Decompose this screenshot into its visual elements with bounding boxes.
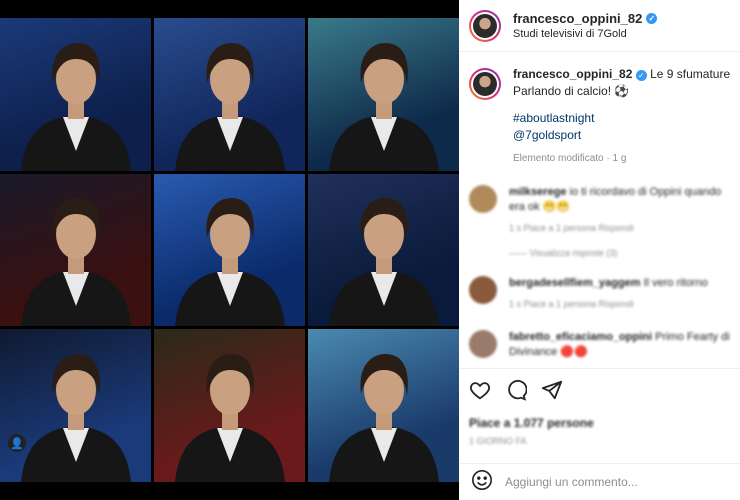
comment-meta: 1 s Piace a 1 persona Rispondi	[509, 299, 634, 309]
hashtag-link[interactable]: #aboutlastnight	[513, 110, 730, 127]
comment-text: Il vero ritorno	[643, 277, 708, 289]
comment-text: io ti ricordavo di Oppini quando	[569, 186, 722, 198]
post-date: 1 GIORNO FA	[469, 436, 527, 446]
comment-text-line2: era ok 😁😁	[509, 201, 571, 213]
collage-photo-tile: 👤	[0, 329, 151, 482]
collage-photo-tile	[0, 18, 151, 171]
comment-text: Primo Fearty di	[655, 331, 730, 343]
emoji-icon[interactable]	[471, 469, 493, 496]
comment-avatar[interactable]	[469, 330, 497, 358]
post-actions: Piace a 1.077 persone 1 GIORNO FA	[459, 368, 740, 446]
comment-avatar[interactable]	[469, 276, 497, 304]
comment-item: fabretto_eficaciamo_oppini Primo Fearty …	[469, 330, 730, 360]
post-sidebar: francesco_oppini_82 ✓ Studi televisivi d…	[459, 0, 740, 500]
comment-username[interactable]: milkserege	[509, 186, 566, 198]
comment-avatar[interactable]	[469, 185, 497, 213]
collage-photo-tile	[154, 18, 305, 171]
caption-username[interactable]: francesco_oppini_82	[513, 67, 632, 81]
post-caption: francesco_oppini_82 ✓ Le 9 sfumature di …	[469, 66, 730, 167]
verified-badge-icon: ✓	[646, 13, 658, 24]
collage-photo-tile	[308, 329, 459, 482]
mention-link[interactable]: @7goldsport	[513, 127, 730, 144]
comment-bubble-icon[interactable]	[505, 379, 528, 406]
comment-input[interactable]	[505, 475, 705, 489]
collage-photo-tile	[0, 173, 151, 327]
photo-collage: 👤	[0, 18, 459, 482]
view-replies-link[interactable]: —— Visualizza risposte (3)	[509, 248, 730, 258]
caption-text: Le 9 sfumature di O	[650, 67, 730, 81]
post-header: francesco_oppini_82 ✓ Studi televisivi d…	[459, 0, 740, 52]
caption-avatar[interactable]	[469, 68, 501, 100]
edited-meta: Elemento modificato · 1 g	[513, 153, 627, 164]
post-image[interactable]: 👤	[0, 0, 459, 500]
collage-photo-tile	[308, 18, 459, 171]
comment-username[interactable]: bergadesellfiem_yaggem	[509, 277, 640, 289]
tagged-user-icon[interactable]: 👤	[8, 434, 26, 452]
likes-count[interactable]: Piace a 1.077 persone	[469, 416, 730, 430]
post-location[interactable]: Studi televisivi di 7Gold	[513, 28, 657, 40]
share-paperplane-icon[interactable]	[541, 379, 563, 406]
comment-text-line2: Divinance 🔴🔴	[509, 346, 588, 358]
verified-badge-icon: ✓	[635, 70, 647, 81]
author-username[interactable]: francesco_oppini_82	[513, 11, 642, 26]
collage-photo-tile	[154, 173, 305, 327]
add-comment-bar	[459, 463, 740, 500]
comment-meta: 1 s Piace a 1 persona Rispondi	[509, 223, 634, 233]
like-heart-icon[interactable]	[469, 379, 491, 406]
comment-username[interactable]: fabretto_eficaciamo_oppini	[509, 331, 652, 343]
comments-section: francesco_oppini_82 ✓ Le 9 sfumature di …	[459, 52, 740, 360]
author-avatar[interactable]	[469, 9, 501, 42]
collage-photo-tile	[308, 173, 459, 327]
comment-item: milkserege io ti ricordavo di Oppini qua…	[469, 185, 730, 236]
caption-line2: Parlando di calcio! ⚽	[513, 84, 630, 98]
comment-item: bergadesellfiem_yaggem Il vero ritorno 1…	[469, 276, 730, 312]
collage-photo-tile	[154, 329, 305, 482]
